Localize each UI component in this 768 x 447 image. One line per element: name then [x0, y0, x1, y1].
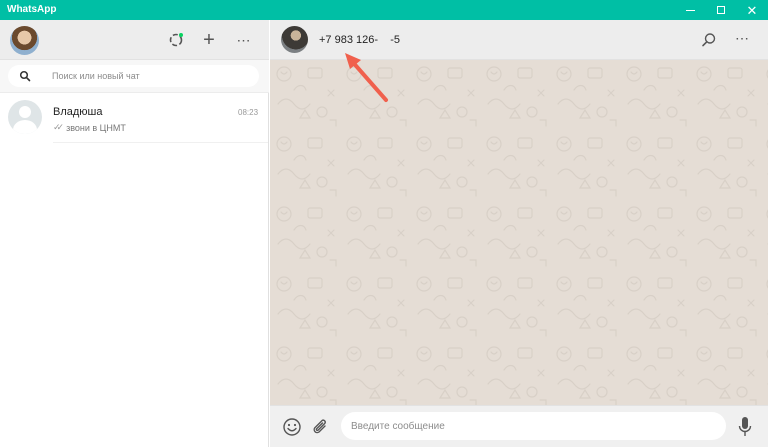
- microphone-icon[interactable]: [738, 416, 752, 438]
- chat-preview-text: звони в ЦНМТ: [66, 122, 126, 133]
- paperclip-icon[interactable]: [312, 417, 330, 437]
- message-box[interactable]: [341, 412, 726, 440]
- maximize-icon: [717, 6, 725, 14]
- status-icon: [169, 33, 183, 47]
- contact-avatar[interactable]: [281, 26, 308, 53]
- composer: [270, 405, 768, 447]
- chat-time: 08:23: [238, 108, 259, 117]
- more-icon[interactable]: ⋯: [735, 30, 750, 47]
- chat-background: [270, 60, 768, 425]
- more-icon: ⋯: [236, 31, 252, 48]
- divider: [53, 142, 268, 143]
- profile-avatar[interactable]: [10, 26, 39, 55]
- app-title: WhatsApp: [7, 4, 57, 15]
- chat-avatar: [8, 100, 42, 134]
- plus-icon: +: [203, 29, 215, 51]
- sidebar-header: + ⋯: [0, 20, 269, 60]
- search-icon[interactable]: [700, 31, 718, 49]
- contact-name[interactable]: +7 983 126- -5: [319, 34, 400, 46]
- status-button[interactable]: [166, 30, 186, 50]
- emoji-icon[interactable]: [282, 417, 302, 437]
- search-box[interactable]: [8, 65, 259, 87]
- conversation-pane: +7 983 126- -5 ⋯: [270, 20, 768, 447]
- sidebar: + ⋯ Владюша 08:23 ✓✓ звони в ЦНМТ: [0, 20, 269, 447]
- conversation-header: +7 983 126- -5 ⋯: [270, 20, 768, 60]
- title-bar: WhatsApp ✕: [0, 0, 768, 20]
- chat-name: Владюша: [53, 106, 103, 118]
- close-icon: ✕: [746, 2, 758, 18]
- wallpaper-doodle-pattern: [270, 60, 768, 425]
- minimize-icon: [685, 9, 695, 11]
- message-input[interactable]: [351, 419, 711, 433]
- search-bar: [0, 60, 269, 93]
- minimize-button[interactable]: [675, 0, 705, 20]
- close-button[interactable]: ✕: [737, 0, 767, 20]
- double-check-icon: ✓✓: [53, 122, 64, 132]
- search-icon: [19, 70, 31, 82]
- new-chat-button[interactable]: +: [199, 30, 219, 50]
- maximize-button[interactable]: [706, 0, 736, 20]
- chat-list-item[interactable]: Владюша 08:23 ✓✓ звони в ЦНМТ: [0, 93, 268, 143]
- sidebar-menu-button[interactable]: ⋯: [234, 30, 254, 50]
- chat-preview: ✓✓ звони в ЦНМТ: [53, 122, 126, 133]
- search-input[interactable]: [52, 69, 252, 83]
